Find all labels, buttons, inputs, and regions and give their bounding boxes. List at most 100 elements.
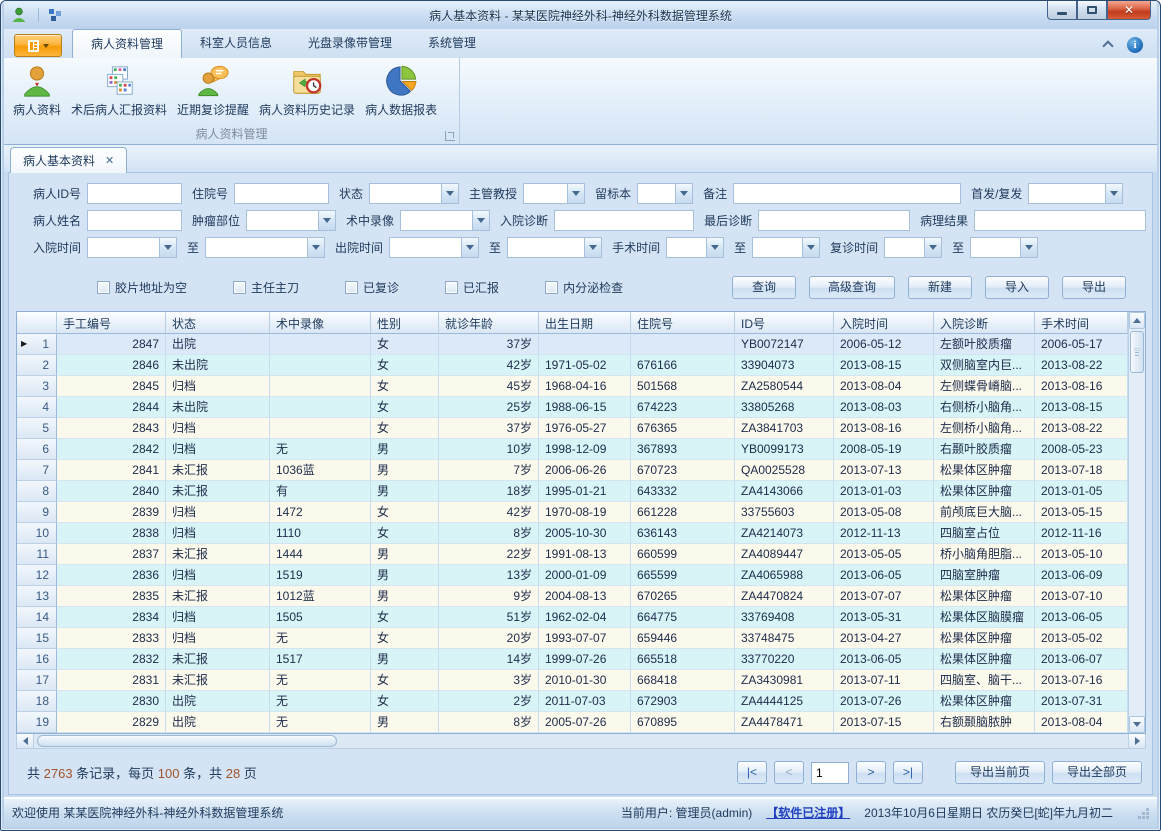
- column-header[interactable]: 住院号: [631, 312, 735, 334]
- info-icon[interactable]: i: [1127, 37, 1143, 53]
- query-button[interactable]: 查询: [732, 276, 796, 299]
- quick-access-layout-icon[interactable]: [47, 7, 63, 23]
- table-row[interactable]: 152833归档无女20岁1993-07-0765944633748475201…: [17, 628, 1128, 649]
- director-surgeon-checkbox[interactable]: 主任主刀: [233, 279, 299, 296]
- import-button[interactable]: 导入: [985, 276, 1049, 299]
- endocrine-exam-checkbox[interactable]: 内分泌检查: [545, 279, 623, 296]
- column-header[interactable]: 手术时间: [1035, 312, 1128, 334]
- column-header[interactable]: 状态: [166, 312, 270, 334]
- table-row[interactable]: 172831未汇报无女3岁2010-01-30668418ZA343098120…: [17, 670, 1128, 691]
- horizontal-scrollbar-thumb[interactable]: [37, 735, 337, 747]
- table-row[interactable]: 1▶2847出院女37岁YB00721472006-05-12左额叶胶质瘤200…: [17, 334, 1128, 355]
- collapse-ribbon-icon[interactable]: [1103, 40, 1113, 50]
- status-select-value[interactable]: [369, 183, 441, 204]
- combo-dropdown-icon[interactable]: [159, 237, 177, 258]
- table-row[interactable]: 52843归档女37岁1976-05-27676365ZA38417032013…: [17, 418, 1128, 439]
- admission-date-to-value[interactable]: [205, 237, 307, 258]
- film-address-empty-checkbox[interactable]: 胶片地址为空: [97, 279, 187, 296]
- advanced-query-button[interactable]: 高级查询: [809, 276, 895, 299]
- first-or-relapse-select-value[interactable]: [1028, 183, 1105, 204]
- table-row[interactable]: 32845归档女45岁1968-04-16501568ZA25805442013…: [17, 376, 1128, 397]
- table-row[interactable]: 62842归档无男10岁1998-12-09367893YB0099173200…: [17, 439, 1128, 460]
- admission-diagnosis-field[interactable]: [554, 210, 694, 231]
- combo-dropdown-icon[interactable]: [924, 237, 942, 258]
- ribbon-tab-department-staff-info[interactable]: 科室人员信息: [182, 29, 290, 58]
- recent-followup-reminder-button[interactable]: 近期复诊提醒: [172, 61, 254, 120]
- ribbon-tab-patient-data-management[interactable]: 病人资料管理: [72, 29, 182, 58]
- tab-close-icon[interactable]: ✕: [105, 154, 114, 167]
- followup-date-from-value[interactable]: [884, 237, 924, 258]
- intraop-video-select-value[interactable]: [400, 210, 472, 231]
- postop-report-data-button[interactable]: 术后病人汇报资料: [66, 61, 172, 120]
- surgery-date-to-value[interactable]: [752, 237, 802, 258]
- ribbon-tab-system-management[interactable]: 系统管理: [410, 29, 494, 58]
- table-row[interactable]: 192829出院无男8岁2005-07-26670895ZA4478471201…: [17, 712, 1128, 733]
- last-page-button[interactable]: >|: [893, 761, 923, 784]
- resize-grip[interactable]: [1137, 807, 1149, 819]
- table-row[interactable]: 162832未汇报1517男14岁1999-07-266655183377022…: [17, 649, 1128, 670]
- combo-dropdown-icon[interactable]: [307, 237, 325, 258]
- export-current-page-button[interactable]: 导出当前页: [955, 761, 1045, 784]
- scroll-left-button[interactable]: [17, 734, 34, 748]
- chief-professor-select-value[interactable]: [523, 183, 567, 204]
- combo-dropdown-icon[interactable]: [675, 183, 693, 204]
- vertical-scrollbar-thumb[interactable]: [1130, 331, 1144, 373]
- combo-dropdown-icon[interactable]: [1105, 183, 1123, 204]
- minimize-button[interactable]: [1047, 1, 1077, 20]
- close-button[interactable]: ✕: [1107, 1, 1151, 20]
- combo-dropdown-icon[interactable]: [472, 210, 490, 231]
- patient-id-field[interactable]: [87, 183, 182, 204]
- row-indicator-header[interactable]: [17, 312, 57, 334]
- combo-dropdown-icon[interactable]: [567, 183, 585, 204]
- table-row[interactable]: 92839归档1472女42岁1970-08-19661228337556032…: [17, 502, 1128, 523]
- tab-patient-basic-data[interactable]: 病人基本资料 ✕: [10, 147, 127, 173]
- scroll-right-button[interactable]: [1128, 734, 1145, 748]
- table-row[interactable]: 122836归档1519男13岁2000-01-09665599ZA406598…: [17, 565, 1128, 586]
- next-page-button[interactable]: >: [856, 761, 886, 784]
- combo-dropdown-icon[interactable]: [318, 210, 336, 231]
- software-registered-link[interactable]: 【软件已注册】: [766, 804, 850, 821]
- patient-data-history-button[interactable]: 病人资料历史记录: [254, 61, 360, 120]
- remarks-field[interactable]: [733, 183, 961, 204]
- first-page-button[interactable]: |<: [737, 761, 767, 784]
- dialog-launcher-icon[interactable]: [445, 131, 455, 141]
- scroll-down-button[interactable]: [1129, 716, 1145, 733]
- table-row[interactable]: 72841未汇报1036蓝男7岁2006-06-26670723QA002552…: [17, 460, 1128, 481]
- combo-dropdown-icon[interactable]: [584, 237, 602, 258]
- combo-dropdown-icon[interactable]: [706, 237, 724, 258]
- table-row[interactable]: 102838归档1110女8岁2005-10-30636143ZA4214073…: [17, 523, 1128, 544]
- specimen-kept-select-value[interactable]: [637, 183, 675, 204]
- ribbon-tab-disc-tape-management[interactable]: 光盘录像带管理: [290, 29, 410, 58]
- column-header[interactable]: 就诊年龄: [439, 312, 539, 334]
- export-all-pages-button[interactable]: 导出全部页: [1052, 761, 1142, 784]
- patient-data-report-button[interactable]: 病人数据报表: [360, 61, 442, 120]
- vertical-scrollbar[interactable]: [1128, 312, 1145, 733]
- column-header[interactable]: 手工编号: [57, 312, 166, 334]
- reported-checkbox[interactable]: 已汇报: [445, 279, 499, 296]
- followed-up-checkbox[interactable]: 已复诊: [345, 279, 399, 296]
- table-row[interactable]: 132835未汇报1012蓝男9岁2004-08-13670265ZA44708…: [17, 586, 1128, 607]
- tumor-site-select-value[interactable]: [246, 210, 318, 231]
- scroll-up-button[interactable]: [1129, 312, 1145, 329]
- table-row[interactable]: 142834归档1505女51岁1962-02-0466477533769408…: [17, 607, 1128, 628]
- column-header[interactable]: 入院诊断: [934, 312, 1035, 334]
- table-row[interactable]: 42844未出院女25岁1988-06-15674223338052682013…: [17, 397, 1128, 418]
- surgery-date-from-value[interactable]: [666, 237, 706, 258]
- new-button[interactable]: 新建: [908, 276, 972, 299]
- maximize-button[interactable]: [1077, 1, 1107, 20]
- column-header[interactable]: 性别: [371, 312, 439, 334]
- final-diagnosis-field[interactable]: [758, 210, 910, 231]
- admission-date-from-value[interactable]: [87, 237, 159, 258]
- patient-name-field[interactable]: [87, 210, 182, 231]
- page-number-input[interactable]: [811, 762, 849, 784]
- discharge-date-to-value[interactable]: [507, 237, 584, 258]
- combo-dropdown-icon[interactable]: [1020, 237, 1038, 258]
- table-row[interactable]: 82840未汇报有男18岁1995-01-21643332ZA414306620…: [17, 481, 1128, 502]
- app-menu-button[interactable]: [14, 34, 62, 57]
- followup-date-to-value[interactable]: [970, 237, 1020, 258]
- column-header[interactable]: 入院时间: [834, 312, 934, 334]
- table-row[interactable]: 22846未出院女42岁1971-05-02676166339040732013…: [17, 355, 1128, 376]
- combo-dropdown-icon[interactable]: [802, 237, 820, 258]
- column-header[interactable]: 出生日期: [539, 312, 631, 334]
- pathology-result-field[interactable]: [974, 210, 1146, 231]
